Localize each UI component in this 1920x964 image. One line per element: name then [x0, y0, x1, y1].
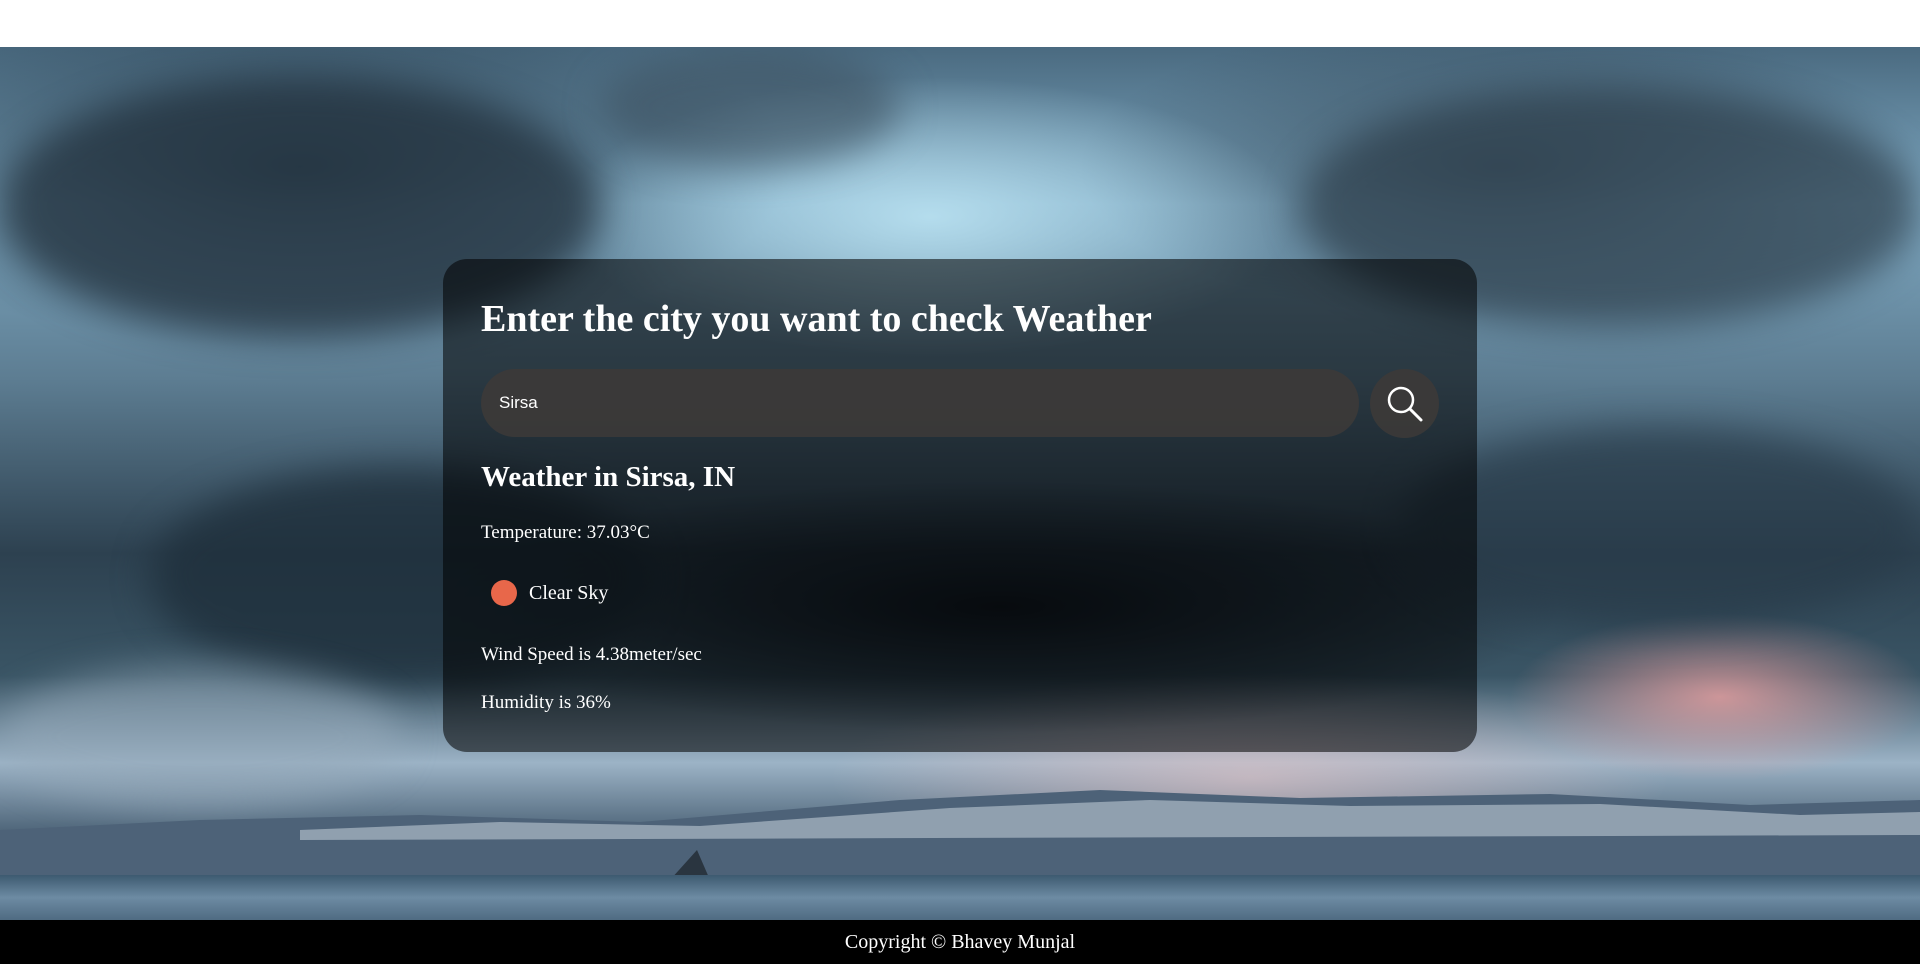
footer: Copyright © Bhavey Munjal [0, 920, 1920, 964]
search-row [481, 369, 1439, 438]
search-heading: Enter the city you want to check Weather [481, 298, 1152, 340]
search-icon [1387, 386, 1422, 421]
city-search-input[interactable] [481, 369, 1359, 437]
sun-icon [491, 580, 517, 606]
temperature-text: Temperature: 37.03°C [481, 522, 650, 543]
top-bar [0, 0, 1920, 47]
copyright-text: Copyright © Bhavey Munjal [844, 930, 1076, 953]
condition-row: Clear Sky [491, 580, 608, 606]
search-button[interactable] [1370, 369, 1439, 438]
humidity-text: Humidity is 36% [481, 692, 611, 713]
water-area [0, 875, 1920, 920]
condition-text: Clear Sky [529, 581, 609, 604]
weather-city-title: Weather in Sirsa, IN [481, 461, 736, 493]
mountains-graphic [0, 790, 1920, 880]
weather-card: Enter the city you want to check Weather… [443, 259, 1477, 752]
wind-speed-text: Wind Speed is 4.38meter/sec [481, 644, 702, 665]
